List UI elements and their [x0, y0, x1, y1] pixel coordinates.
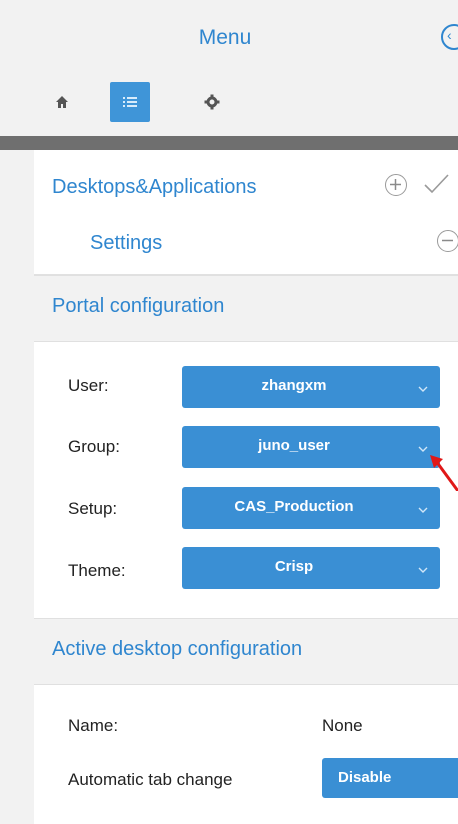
auto-tab-toggle[interactable]: Disable	[322, 758, 458, 798]
minus-icon[interactable]	[437, 230, 458, 252]
name-label: Name:	[68, 716, 119, 735]
chevron-down-icon	[418, 561, 428, 579]
group-select-value: juno_user	[258, 437, 330, 454]
accordion-settings-label: Settings	[90, 232, 163, 254]
setup-select-value: CAS_Production	[234, 498, 354, 515]
user-select-value: zhangxm	[261, 377, 327, 394]
menu-header: Menu ‹	[0, 0, 458, 150]
theme-select[interactable]: Crisp	[182, 547, 440, 589]
portal-config-title: Portal configuration	[52, 295, 225, 317]
left-rail	[0, 150, 35, 824]
check-icon[interactable]	[422, 172, 450, 201]
user-label: User:	[68, 376, 109, 395]
accordion-desktops[interactable]: Desktops&Applications	[34, 158, 458, 217]
auto-tab-value: Disable	[338, 769, 392, 786]
header-divider	[0, 136, 458, 150]
chevron-down-icon	[418, 380, 428, 398]
menu-title: Menu	[198, 26, 252, 49]
setup-select[interactable]: CAS_Production	[182, 487, 440, 529]
user-select[interactable]: zhangxm	[182, 366, 440, 408]
accordion-settings[interactable]: Settings	[34, 216, 458, 275]
group-select[interactable]: juno_user	[182, 426, 440, 468]
plus-icon[interactable]	[385, 174, 407, 196]
gear-icon[interactable]	[192, 82, 232, 122]
active-desktop-title: Active desktop configuration	[52, 638, 303, 660]
chevron-down-icon	[418, 501, 428, 519]
settings-panel: Desktops&Applications Settings Portal co…	[34, 150, 458, 824]
active-desktop-header: Active desktop configuration	[34, 618, 458, 685]
arrow-annotation-icon	[430, 455, 458, 496]
home-icon[interactable]	[42, 82, 82, 122]
app-window: Menu ‹ Desktops&Applications Settings Po…	[0, 0, 458, 824]
list-icon[interactable]	[110, 82, 150, 122]
chevron-down-icon	[418, 440, 428, 458]
auto-tab-label: Automatic tab change	[68, 770, 233, 789]
setup-label: Setup:	[68, 499, 118, 518]
theme-select-value: Crisp	[274, 558, 314, 575]
chevron-left-icon[interactable]: ‹	[441, 24, 458, 50]
accordion-desktops-label: Desktops&Applications	[52, 176, 257, 198]
name-value: None	[322, 716, 363, 735]
group-label: Group:	[68, 437, 120, 456]
theme-label: Theme:	[68, 561, 126, 580]
portal-config-header: Portal configuration	[34, 275, 458, 342]
